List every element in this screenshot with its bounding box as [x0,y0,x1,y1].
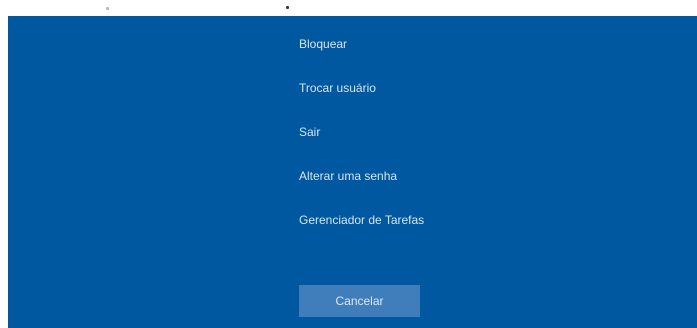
security-options-screen: Bloquear Trocar usuário Sair Alterar uma… [8,16,697,328]
lock-option[interactable]: Bloquear [299,37,424,81]
security-options-menu: Bloquear Trocar usuário Sair Alterar uma… [299,37,424,257]
artifact-dot [106,7,109,10]
task-manager-option[interactable]: Gerenciador de Tarefas [299,213,424,257]
sign-out-option[interactable]: Sair [299,125,424,169]
change-password-option[interactable]: Alterar uma senha [299,169,424,213]
top-strip [0,0,697,16]
cancel-button[interactable]: Cancelar [299,285,420,317]
artifact-dot [286,6,289,9]
switch-user-option[interactable]: Trocar usuário [299,81,424,125]
